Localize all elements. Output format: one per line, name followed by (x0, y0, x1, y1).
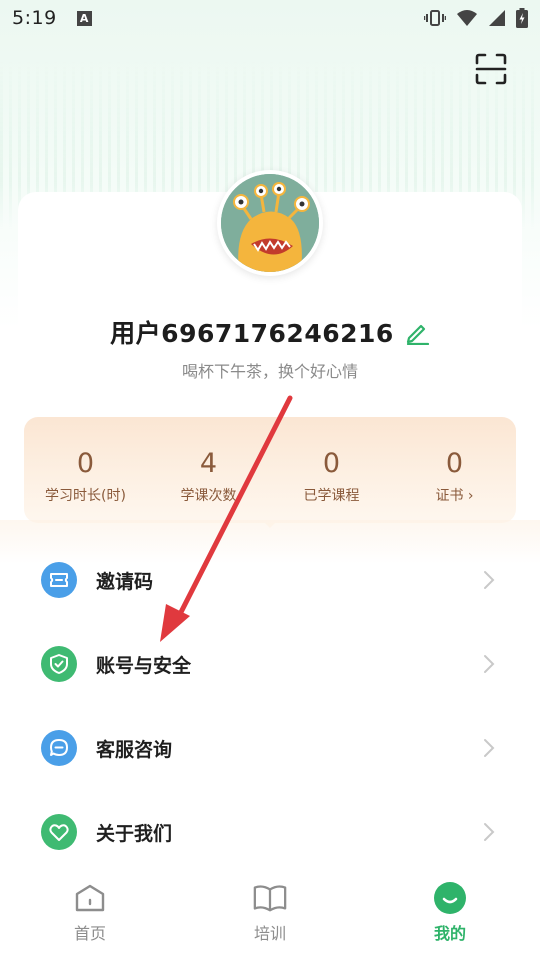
chat-icon (41, 730, 77, 766)
user-signature: 喝杯下午茶，换个好心情 (181, 362, 358, 381)
menu-item-account-security[interactable]: 账号与安全 (0, 622, 540, 706)
shield-icon (41, 646, 77, 682)
menu-label: 邀请码 (96, 570, 154, 593)
tab-label: 我的 (433, 924, 466, 943)
username-row: 用户6967176246216 (0, 314, 540, 350)
username: 用户6967176246216 (110, 319, 394, 348)
chevron-right-icon (484, 571, 495, 589)
stat-label: 学习时长(时) (45, 488, 126, 504)
status-icons (424, 8, 528, 28)
stat-value: 0 (76, 448, 95, 479)
notification-indicator: A (76, 10, 92, 26)
settings-menu: 邀请码 账号与安全 客服咨询 关于我们 (0, 538, 540, 874)
stat-lesson-count[interactable]: 4 学课次数 (147, 449, 270, 505)
stat-courses[interactable]: 0 已学课程 (270, 449, 393, 505)
smile-icon (432, 880, 468, 916)
menu-item-customer-service[interactable]: 客服咨询 (0, 706, 540, 790)
stat-certificates[interactable]: 0 证书 › (393, 449, 516, 505)
stats-card: 0 学习时长(时) 4 学课次数 0 已学课程 0 证书 › (24, 417, 516, 523)
scan-icon (475, 53, 507, 85)
stat-label: 已学课程 (303, 488, 360, 504)
stat-value: 4 (199, 448, 218, 479)
tab-label: 首页 (73, 924, 106, 943)
status-bar: 5:19 A (0, 0, 540, 36)
wifi-icon (457, 10, 477, 26)
menu-item-about-us[interactable]: 关于我们 (0, 790, 540, 874)
stat-value: 0 (445, 448, 464, 479)
avatar[interactable] (217, 170, 323, 276)
menu-label: 关于我们 (96, 822, 173, 845)
avatar-image (221, 174, 319, 272)
home-icon (72, 880, 108, 916)
heart-icon (41, 814, 77, 850)
stat-label: 证书 › (435, 488, 474, 504)
chevron-right-icon (484, 739, 495, 757)
tab-mine[interactable]: 我的 (360, 872, 540, 960)
menu-label: 客服咨询 (96, 738, 173, 761)
signal-icon (489, 10, 505, 26)
stat-value: 0 (322, 448, 341, 479)
stat-label: 学课次数 (180, 488, 237, 504)
bottom-tab-bar: 首页 培训 我的 (0, 872, 540, 960)
tab-training[interactable]: 培训 (180, 872, 360, 960)
chevron-right-icon (484, 655, 495, 673)
vibrate-icon (424, 10, 446, 26)
edit-icon[interactable] (404, 319, 430, 345)
book-icon (252, 880, 288, 916)
status-time: 5:19 (12, 7, 57, 29)
tab-home[interactable]: 首页 (0, 872, 180, 960)
scan-button[interactable] (474, 52, 508, 86)
menu-label: 账号与安全 (96, 654, 192, 677)
tab-label: 培训 (253, 924, 286, 943)
monster-avatar (221, 174, 319, 272)
stat-study-hours[interactable]: 0 学习时长(时) (24, 449, 147, 505)
chevron-right-icon (484, 823, 495, 841)
battery-icon (516, 8, 528, 28)
ticket-icon (41, 562, 77, 598)
menu-item-invite-code[interactable]: 邀请码 (0, 538, 540, 622)
